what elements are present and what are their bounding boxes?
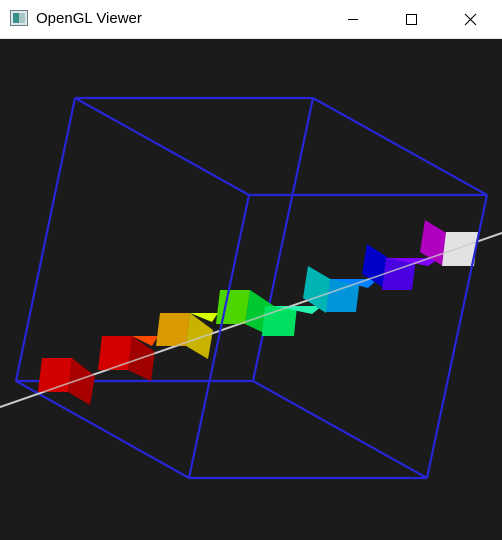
minimize-icon: [348, 19, 358, 20]
minimize-button[interactable]: [318, 0, 364, 38]
maximize-icon: [406, 14, 417, 25]
close-icon: [464, 13, 477, 26]
app-icon: [10, 10, 28, 26]
opengl-window: OpenGL Viewer: [0, 0, 502, 540]
maximize-button[interactable]: [387, 0, 433, 38]
opengl-viewport[interactable]: [0, 39, 502, 540]
window-title: OpenGL Viewer: [36, 10, 142, 27]
title-bar[interactable]: OpenGL Viewer: [0, 0, 502, 39]
close-button[interactable]: [448, 0, 494, 38]
scene-render: [0, 39, 502, 540]
